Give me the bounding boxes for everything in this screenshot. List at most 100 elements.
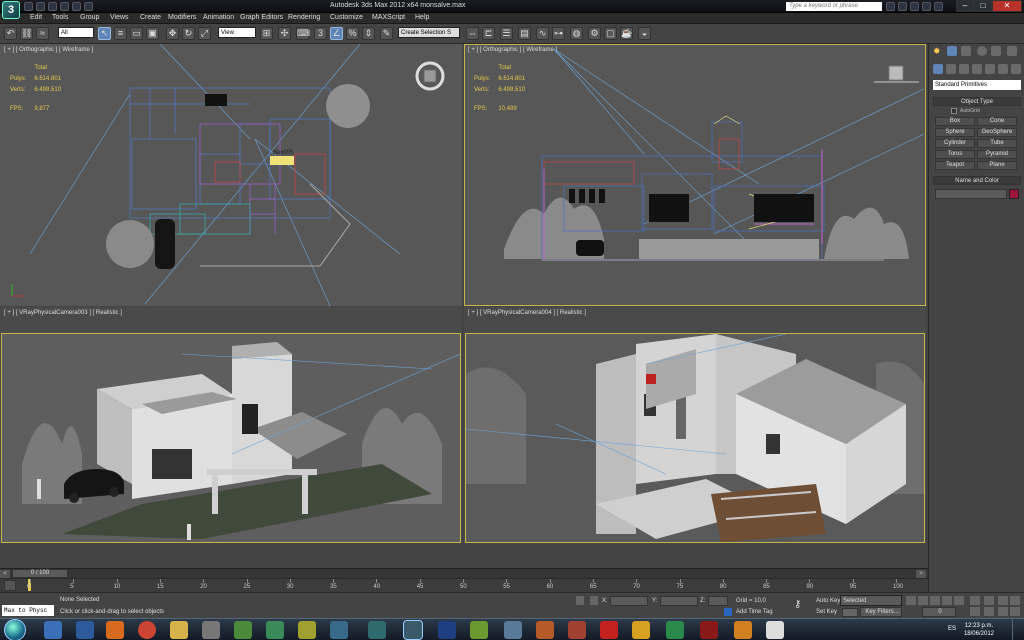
plane-button[interactable]: Plane bbox=[977, 161, 1017, 170]
percent-snap-icon[interactable]: % bbox=[346, 27, 359, 40]
favorites-icon[interactable] bbox=[922, 2, 931, 11]
time-slider[interactable]: < 0 / 100 > bbox=[0, 568, 928, 578]
viewport-label[interactable]: [ + ] [ VRayPhysicalCamera003 ] [ Realis… bbox=[4, 310, 122, 316]
internet-explorer-icon[interactable] bbox=[44, 621, 62, 639]
pyramid-button[interactable]: Pyramid bbox=[977, 150, 1017, 159]
move-icon[interactable]: ✥ bbox=[166, 27, 179, 40]
field-of-view-icon[interactable] bbox=[970, 607, 980, 616]
time-slider-thumb[interactable]: 0 / 100 bbox=[12, 569, 68, 578]
key-filters-button[interactable]: Key Filters... bbox=[860, 607, 902, 617]
default-in-out-tangents-icon[interactable] bbox=[842, 608, 858, 617]
maximize-viewport-icon[interactable] bbox=[1010, 607, 1020, 616]
add-time-tag-button[interactable]: Add Time Tag bbox=[736, 609, 773, 615]
goto-start-icon[interactable] bbox=[906, 596, 916, 605]
3ds-max-icon[interactable] bbox=[368, 621, 386, 639]
scale-icon[interactable]: ⤢ bbox=[198, 27, 211, 40]
helpers-icon[interactable] bbox=[985, 64, 995, 74]
key-mode-dropdown[interactable]: Selected bbox=[840, 595, 902, 606]
mirror-icon[interactable]: ⇔ bbox=[466, 27, 479, 40]
material-editor-icon[interactable]: ◍ bbox=[570, 27, 583, 40]
space-warps-icon[interactable] bbox=[998, 64, 1008, 74]
next-frame-icon[interactable]: > bbox=[916, 570, 926, 578]
select-object-icon[interactable]: ↖ bbox=[98, 27, 111, 40]
geometry-icon[interactable] bbox=[933, 64, 943, 74]
systems-icon[interactable] bbox=[1011, 64, 1021, 74]
app-icon-10[interactable] bbox=[632, 621, 650, 639]
menu-tools[interactable]: Tools bbox=[52, 14, 68, 21]
utilities-tab-icon[interactable] bbox=[1007, 46, 1017, 56]
angle-snap-icon[interactable]: ∠ bbox=[330, 27, 343, 40]
cone-button[interactable]: Cone bbox=[977, 117, 1017, 126]
show-desktop-button[interactable] bbox=[1012, 619, 1024, 640]
explorer-icon[interactable] bbox=[76, 621, 94, 639]
display-tab-icon[interactable] bbox=[991, 46, 1001, 56]
curve-editor-icon[interactable]: ∿ bbox=[536, 27, 549, 40]
rectangular-selection-icon[interactable]: ▭ bbox=[130, 27, 143, 40]
folder-icon[interactable] bbox=[170, 621, 188, 639]
name-and-color-rollout-header[interactable]: Name and Color bbox=[933, 176, 1021, 185]
prev-frame-icon[interactable]: < bbox=[0, 570, 10, 578]
help-icon[interactable] bbox=[934, 2, 943, 11]
z-coordinate-field[interactable] bbox=[708, 596, 728, 606]
snaps-toggle-icon[interactable]: 3 bbox=[314, 27, 327, 40]
teapot-render-icon[interactable]: ◒ bbox=[638, 27, 651, 40]
minimize-button[interactable]: – bbox=[956, 0, 974, 12]
render-production-icon[interactable]: ☕ bbox=[620, 27, 633, 40]
teapot-button[interactable]: Teapot bbox=[935, 161, 975, 170]
render-setup-icon[interactable]: ⚙ bbox=[588, 27, 601, 40]
menu-modifiers[interactable]: Modifiers bbox=[168, 14, 196, 21]
hierarchy-tab-icon[interactable] bbox=[961, 46, 971, 56]
save-file-icon[interactable] bbox=[48, 2, 57, 11]
spinner-snap-icon[interactable]: ⇕ bbox=[362, 27, 375, 40]
app-icon-7[interactable] bbox=[536, 621, 554, 639]
app-icon-4[interactable] bbox=[330, 621, 348, 639]
schematic-view-icon[interactable]: ⊶ bbox=[552, 27, 565, 40]
cylinder-button[interactable]: Cylinder bbox=[935, 139, 975, 148]
category-dropdown[interactable]: Standard Primitives bbox=[933, 80, 1021, 90]
goto-end-icon[interactable] bbox=[954, 596, 964, 605]
play-icon[interactable] bbox=[930, 596, 940, 605]
object-type-rollout-header[interactable]: Object Type bbox=[933, 97, 1021, 106]
app-icon-1[interactable] bbox=[234, 621, 252, 639]
app-icon-11[interactable] bbox=[666, 621, 684, 639]
viewport-bottom-right[interactable]: [ + ] [ VRayPhysicalCamera004 ] [ Realis… bbox=[464, 307, 926, 543]
menu-graph-editors[interactable]: Graph Editors bbox=[240, 14, 283, 21]
menu-help[interactable]: Help bbox=[415, 14, 429, 21]
pivot-center-icon[interactable]: ⊞ bbox=[260, 27, 273, 40]
cameras-icon[interactable] bbox=[972, 64, 982, 74]
create-tab-icon[interactable]: ✸ bbox=[933, 46, 943, 56]
app-logo-icon[interactable]: 3 bbox=[2, 1, 20, 19]
edit-named-selection-icon[interactable]: ✎ bbox=[380, 27, 393, 40]
zoom-icon[interactable] bbox=[970, 596, 980, 605]
pan-view-icon[interactable] bbox=[984, 607, 994, 616]
torus-button[interactable]: Torus bbox=[935, 150, 975, 159]
sphere-button[interactable]: Sphere bbox=[935, 128, 975, 137]
photoshop-icon[interactable] bbox=[438, 621, 456, 639]
new-file-icon[interactable] bbox=[24, 2, 33, 11]
app-icon-9[interactable] bbox=[600, 621, 618, 639]
menu-rendering[interactable]: Rendering bbox=[288, 14, 320, 21]
open-file-icon[interactable] bbox=[36, 2, 45, 11]
tube-button[interactable]: Tube bbox=[977, 139, 1017, 148]
link-icon[interactable]: ⛓ bbox=[20, 27, 33, 40]
x-coordinate-field[interactable] bbox=[610, 596, 648, 606]
start-button-icon[interactable] bbox=[4, 619, 26, 640]
project-folder-icon[interactable] bbox=[84, 2, 93, 11]
search-icon[interactable] bbox=[886, 2, 895, 11]
app-icon-6[interactable] bbox=[504, 621, 522, 639]
lights-icon[interactable] bbox=[959, 64, 969, 74]
manipulate-icon[interactable]: ✣ bbox=[278, 27, 291, 40]
shapes-icon[interactable] bbox=[946, 64, 956, 74]
previous-key-icon[interactable] bbox=[918, 596, 928, 605]
communication-center-icon[interactable] bbox=[910, 2, 919, 11]
auto-key-button[interactable]: Auto Key bbox=[816, 598, 840, 604]
menu-group[interactable]: Group bbox=[80, 14, 99, 21]
language-indicator[interactable]: ES bbox=[948, 626, 956, 632]
window-crossing-icon[interactable]: ▣ bbox=[146, 27, 159, 40]
named-selection-set-dropdown[interactable]: Create Selection S bbox=[398, 27, 460, 38]
viewport-top-left[interactable]: [ + ] [ Orthographic ] [ Wireframe ] Tot… bbox=[0, 44, 462, 306]
bind-space-warp-icon[interactable]: ≈ bbox=[36, 27, 49, 40]
keyboard-shortcut-override-icon[interactable]: ⌨ bbox=[296, 27, 310, 40]
search-input[interactable]: Type a keyword or phrase bbox=[786, 2, 882, 11]
rotate-icon[interactable]: ↻ bbox=[182, 27, 195, 40]
